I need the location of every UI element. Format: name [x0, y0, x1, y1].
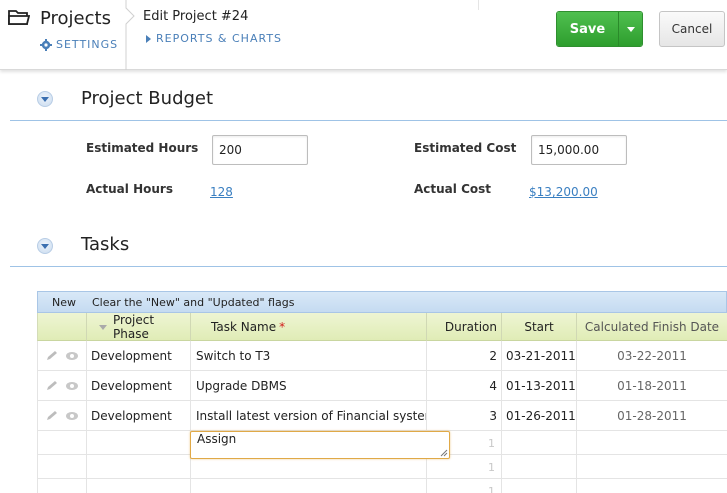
start-cell[interactable]: [502, 479, 577, 493]
table-row[interactable]: Development Upgrade DBMS 4 01-13-2011 01…: [37, 371, 727, 401]
eye-icon[interactable]: [65, 410, 79, 422]
settings-link[interactable]: SETTINGS: [40, 38, 118, 51]
actions-column-header: [38, 313, 87, 341]
section-divider: [10, 266, 727, 267]
row-actions: [38, 479, 87, 493]
grid-toolbar: New Clear the "New" and "Updated" flags: [37, 291, 727, 313]
estimated-hours-label: Estimated Hours: [86, 141, 199, 155]
finish-cell: [577, 455, 727, 479]
task-name-cell[interactable]: Upgrade DBMS: [191, 371, 427, 401]
chevron-right-icon: [146, 34, 151, 43]
eye-icon[interactable]: [65, 350, 79, 362]
budget-section-title: Project Budget: [81, 88, 214, 109]
pencil-icon[interactable]: [45, 350, 59, 362]
start-column-header[interactable]: Start: [502, 313, 577, 341]
duration-column-header[interactable]: Duration: [427, 313, 502, 341]
chevron-down-icon: [41, 243, 49, 249]
task-name-cell[interactable]: Install latest version of Financial syst…: [191, 401, 427, 431]
save-options-dropdown[interactable]: [618, 12, 642, 46]
phase-column-header[interactable]: Project Phase: [87, 313, 191, 341]
task-name-cell[interactable]: [191, 479, 427, 493]
estimated-hours-input[interactable]: [212, 135, 308, 165]
actual-cost-label: Actual Cost: [414, 182, 491, 196]
table-row[interactable]: Development Install latest version of Fi…: [37, 401, 727, 431]
eye-icon[interactable]: [65, 380, 79, 392]
phase-column-label: Project Phase: [113, 313, 155, 341]
required-icon: *: [279, 320, 286, 334]
chevron-down-icon: [626, 26, 635, 32]
finish-column-header[interactable]: Calculated Finish Date: [577, 313, 727, 341]
pencil-icon[interactable]: [45, 410, 59, 422]
reports-label: REPORTS & CHARTS: [156, 32, 283, 45]
page-title: Edit Project #24: [143, 9, 249, 24]
clear-flags-button[interactable]: Clear the "New" and "Updated" flags: [92, 296, 294, 309]
cancel-button[interactable]: Cancel: [659, 11, 725, 47]
row-actions: [38, 341, 87, 371]
actual-cost-link[interactable]: $13,200.00: [529, 185, 598, 199]
duration-column-label: Duration: [444, 320, 497, 334]
estimated-cost-label: Estimated Cost: [414, 141, 517, 155]
chevron-down-icon: [99, 324, 107, 330]
task-name-column-label: Task Name: [211, 320, 277, 334]
start-column-label: Start: [524, 320, 554, 334]
start-cell[interactable]: 01-26-2011: [502, 401, 577, 431]
resize-grip-icon[interactable]: [439, 448, 448, 457]
finish-column-label: Calculated Finish Date: [584, 320, 720, 334]
finish-cell: [577, 479, 727, 493]
duration-cell[interactable]: 3: [427, 401, 502, 431]
phase-cell[interactable]: Development: [87, 401, 191, 431]
phase-cell[interactable]: Development: [87, 341, 191, 371]
folder-icon: [8, 10, 30, 25]
table-row[interactable]: Development Switch to T3 2 03-21-2011 03…: [37, 341, 727, 371]
phase-cell[interactable]: [87, 431, 191, 455]
task-name-cell[interactable]: Switch to T3: [191, 341, 427, 371]
grid-header-row: Project Phase Task Name * Duration Start…: [37, 313, 727, 341]
actual-hours-label: Actual Hours: [86, 182, 173, 196]
phase-cell[interactable]: [87, 479, 191, 493]
app-title: Projects: [40, 8, 111, 29]
duration-cell[interactable]: 2: [427, 341, 502, 371]
row-actions: [38, 431, 87, 455]
row-actions: [38, 455, 87, 479]
task-name-editor[interactable]: Assign: [190, 431, 450, 459]
collapse-budget-icon[interactable]: [37, 91, 53, 107]
row-actions: [38, 401, 87, 431]
duration-cell[interactable]: 4: [427, 371, 502, 401]
phase-cell[interactable]: [87, 455, 191, 479]
start-cell[interactable]: [502, 455, 577, 479]
settings-label: SETTINGS: [56, 38, 119, 51]
new-table-row[interactable]: 1: [37, 479, 727, 493]
start-cell[interactable]: [502, 431, 577, 455]
finish-cell: [577, 431, 727, 455]
save-button[interactable]: Save: [557, 12, 618, 46]
task-name-column-header[interactable]: Task Name *: [191, 313, 427, 341]
start-cell[interactable]: 03-21-2011: [502, 341, 577, 371]
page-header: Projects SETTINGS Edit Project #24 REPOR…: [0, 0, 727, 70]
phase-cell[interactable]: Development: [87, 371, 191, 401]
reports-charts-link[interactable]: REPORTS & CHARTS: [146, 32, 282, 45]
duration-cell[interactable]: 1: [427, 479, 502, 493]
estimated-cost-input[interactable]: [531, 135, 627, 165]
header-divider: [478, 0, 479, 10]
gear-icon: [40, 38, 52, 51]
new-flag-button[interactable]: New: [52, 296, 76, 309]
pencil-icon[interactable]: [45, 380, 59, 392]
tasks-section-title: Tasks: [81, 234, 130, 255]
start-cell[interactable]: 01-13-2011: [502, 371, 577, 401]
finish-cell: 03-22-2011: [577, 341, 727, 371]
row-actions: [38, 371, 87, 401]
finish-cell: 01-28-2011: [577, 401, 727, 431]
finish-cell: 01-18-2011: [577, 371, 727, 401]
actual-hours-link[interactable]: 128: [210, 185, 233, 199]
section-divider: [10, 120, 727, 121]
save-button-group: Save: [556, 11, 643, 47]
breadcrumb-separator: [125, 0, 135, 70]
collapse-tasks-icon[interactable]: [37, 238, 53, 254]
chevron-down-icon: [41, 96, 49, 102]
